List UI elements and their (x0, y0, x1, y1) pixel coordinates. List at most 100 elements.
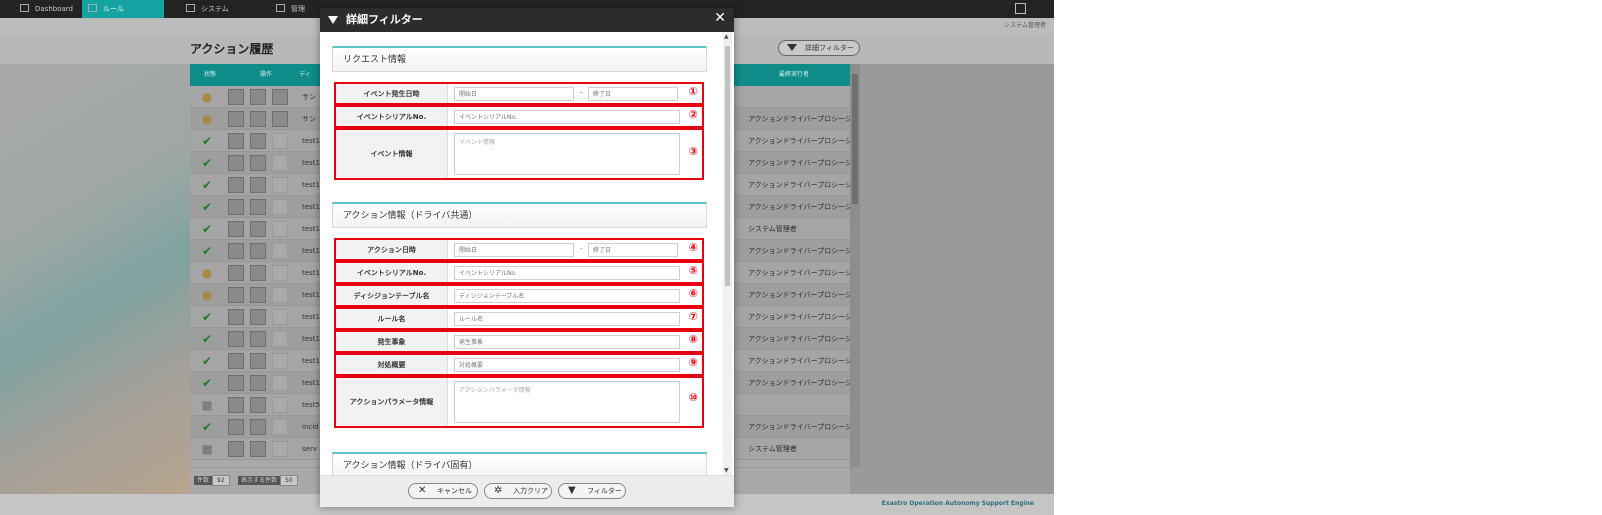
modal-scrollbar[interactable]: ▲ ▼ (723, 32, 732, 475)
field-countermeasure: 対処概要 ⑨ (334, 353, 704, 376)
detail-icon[interactable] (228, 89, 244, 105)
detail-icon[interactable] (228, 199, 244, 215)
event-info-textarea[interactable]: イベント情報 (454, 133, 680, 175)
run-icon[interactable] (272, 331, 288, 347)
download-icon[interactable] (250, 441, 266, 457)
occurrence-input[interactable] (454, 335, 680, 349)
detail-icon[interactable] (228, 331, 244, 347)
detail-icon[interactable] (228, 177, 244, 193)
action-date-from-input[interactable] (454, 243, 574, 257)
download-icon[interactable] (250, 243, 266, 259)
cell-executor: システム管理者 (748, 225, 797, 233)
run-icon[interactable] (272, 155, 288, 171)
run-icon[interactable] (272, 397, 288, 413)
clear-input-button[interactable]: ✲ 入力クリア (484, 483, 552, 499)
detail-icon[interactable] (228, 111, 244, 127)
run-icon[interactable] (272, 243, 288, 259)
run-icon[interactable] (272, 111, 288, 127)
cell-name: test1 (302, 137, 320, 145)
detail-icon[interactable] (228, 221, 244, 237)
detail-icon[interactable] (228, 375, 244, 391)
cell-executor: アクションドライバープロシージャ (748, 423, 850, 431)
event-date-from-input[interactable] (454, 87, 574, 101)
close-icon[interactable]: ✕ (714, 10, 726, 26)
scroll-thumb[interactable] (725, 46, 730, 286)
run-icon[interactable] (272, 287, 288, 303)
run-icon[interactable] (272, 89, 288, 105)
download-icon[interactable] (250, 309, 266, 325)
detail-icon[interactable] (228, 265, 244, 281)
event-date-to-input[interactable] (588, 87, 678, 101)
download-icon[interactable] (250, 111, 266, 127)
tab-admin[interactable]: 管理 (270, 0, 310, 18)
download-icon[interactable] (250, 177, 266, 193)
run-icon[interactable] (272, 441, 288, 457)
download-icon[interactable] (250, 199, 266, 215)
close-icon: ✕ (418, 485, 427, 496)
run-icon[interactable] (272, 265, 288, 281)
download-icon[interactable] (250, 353, 266, 369)
run-icon[interactable] (272, 177, 288, 193)
filter-button[interactable]: ▼ フィルター (558, 483, 626, 499)
detail-icon[interactable] (228, 397, 244, 413)
filter-icon: ▼ (568, 485, 576, 496)
countermeasure-input[interactable] (454, 358, 680, 372)
run-icon[interactable] (272, 199, 288, 215)
brand-logo: Exastro Operation Autonomy Support Engin… (881, 500, 1034, 507)
download-icon[interactable] (250, 331, 266, 347)
scroll-up-icon[interactable]: ▲ (724, 33, 729, 40)
download-icon[interactable] (250, 89, 266, 105)
run-icon[interactable] (272, 375, 288, 391)
run-icon[interactable] (272, 221, 288, 237)
detail-icon[interactable] (228, 155, 244, 171)
detail-icon[interactable] (228, 353, 244, 369)
detail-icon[interactable] (228, 441, 244, 457)
run-icon[interactable] (272, 353, 288, 369)
decision-table-input[interactable] (454, 289, 680, 303)
detail-icon[interactable] (228, 309, 244, 325)
status-ok-icon: ✔ (201, 244, 213, 258)
status-ok-icon: ✔ (201, 420, 213, 434)
detail-icon[interactable] (228, 419, 244, 435)
detail-icon[interactable] (228, 133, 244, 149)
scroll-thumb[interactable] (852, 74, 858, 204)
run-icon[interactable] (272, 133, 288, 149)
status-none-icon: ■ (201, 442, 213, 456)
tab-system[interactable]: システム (180, 0, 258, 18)
cancel-button[interactable]: ✕ キャンセル (408, 483, 478, 499)
download-icon[interactable] (250, 375, 266, 391)
action-serial-input[interactable] (454, 266, 680, 280)
download-icon[interactable] (250, 287, 266, 303)
tab-dashboard[interactable]: Dashboard (14, 0, 82, 18)
admin-icon (276, 4, 285, 12)
action-date-to-input[interactable] (588, 243, 678, 257)
scroll-down-icon[interactable]: ▼ (724, 467, 729, 474)
detail-icon[interactable] (228, 287, 244, 303)
table-scrollbar[interactable] (850, 64, 860, 467)
filter-icon (787, 44, 797, 51)
detail-filter-button[interactable]: 詳細フィルター (778, 40, 860, 56)
rule-name-input[interactable] (454, 312, 680, 326)
header-decision[interactable]: ディ (290, 64, 320, 86)
download-icon[interactable] (250, 419, 266, 435)
section-action-specific: アクション情報（ドライバ固有） (332, 452, 707, 475)
run-icon[interactable] (272, 309, 288, 325)
detail-icon[interactable] (228, 243, 244, 259)
cell-name: test1 (302, 203, 320, 211)
event-serial-input[interactable] (454, 110, 680, 124)
download-icon[interactable] (250, 133, 266, 149)
download-icon[interactable] (250, 221, 266, 237)
download-icon[interactable] (250, 397, 266, 413)
user-name[interactable]: システム管理者 (1004, 20, 1046, 29)
logout-icon[interactable] (1015, 3, 1026, 14)
modal-header: 詳細フィルター ✕ (320, 8, 734, 32)
download-icon[interactable] (250, 265, 266, 281)
display-count[interactable]: 表示する件数 50 (238, 475, 298, 487)
header-status[interactable]: 状態 (190, 64, 230, 86)
header-executor[interactable]: 最終実行者 (738, 64, 850, 86)
action-param-textarea[interactable]: アクションパラメータ情報 (454, 381, 680, 423)
download-icon[interactable] (250, 155, 266, 171)
cell-executor: アクションドライバープロシージャ (748, 291, 850, 299)
tab-rule[interactable]: ルール (82, 0, 164, 18)
run-icon[interactable] (272, 419, 288, 435)
